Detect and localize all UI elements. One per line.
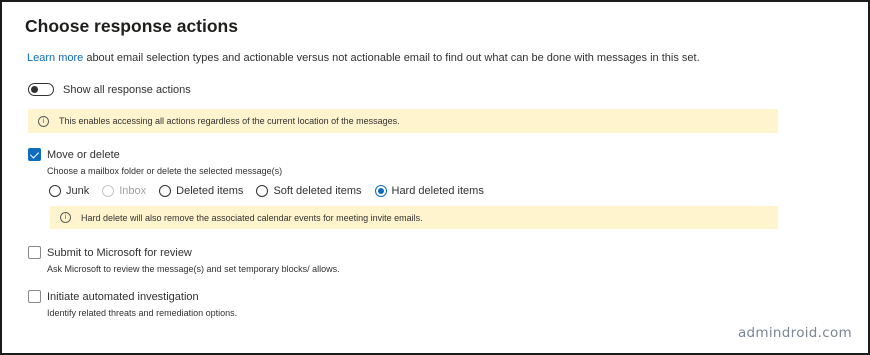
info-icon: i: [60, 212, 71, 223]
radio-circle[interactable]: [49, 185, 61, 197]
submit-review-row[interactable]: Submit to Microsoft for review: [28, 246, 192, 259]
investigation-row[interactable]: Initiate automated investigation: [28, 290, 199, 303]
hard-delete-warning-text: Hard delete will also remove the associa…: [81, 212, 423, 223]
radio-circle[interactable]: [374, 185, 387, 197]
response-actions-panel: Choose response actions Learn more about…: [0, 0, 870, 355]
radio-soft-deleted-items[interactable]: Soft deleted items: [256, 185, 362, 197]
panel-title: Choose response actions: [25, 16, 238, 36]
toggle-knob: [31, 86, 38, 93]
radio-circle[interactable]: [256, 185, 269, 197]
show-all-toggle[interactable]: [28, 83, 54, 96]
radio-hard-deleted-items[interactable]: Hard deleted items: [374, 185, 484, 197]
move-delete-row[interactable]: Move or delete: [28, 148, 120, 161]
submit-review-description: Ask Microsoft to review the message(s) a…: [47, 264, 340, 274]
submit-review-label: Submit to Microsoft for review: [47, 246, 192, 259]
move-delete-label: Move or delete: [47, 148, 120, 161]
show-all-label: Show all response actions: [63, 83, 191, 96]
hard-delete-warning-banner: i Hard delete will also remove the assoc…: [50, 206, 778, 229]
radio-label: Deleted items: [176, 185, 244, 197]
investigation-description: Identify related threats and remediation…: [47, 308, 238, 318]
radio-deleted-items[interactable]: Deleted items: [159, 185, 243, 197]
investigation-checkbox[interactable]: [28, 290, 41, 303]
move-delete-checkbox[interactable]: [28, 148, 41, 161]
radio-inbox: Inbox: [102, 185, 146, 197]
folder-radio-group: Junk Inbox Deleted items Soft deleted it…: [49, 185, 497, 197]
intro-text: Learn more about email selection types a…: [27, 52, 700, 64]
show-all-toggle-row[interactable]: Show all response actions: [28, 83, 191, 96]
investigation-label: Initiate automated investigation: [47, 290, 199, 303]
intro-description: about email selection types and actionab…: [83, 52, 700, 64]
radio-circle: [102, 185, 115, 197]
radio-circle[interactable]: [159, 185, 172, 197]
info-icon: i: [38, 115, 49, 127]
checkmark-icon: [29, 148, 40, 159]
move-delete-description: Choose a mailbox folder or delete the se…: [47, 166, 283, 176]
radio-label: Hard deleted items: [391, 185, 484, 197]
radio-label: Soft deleted items: [273, 185, 362, 197]
watermark: admindroid.com: [737, 325, 852, 341]
radio-label: Inbox: [119, 185, 147, 197]
radio-label: Junk: [66, 185, 90, 197]
info-banner-text: This enables accessing all actions regar…: [59, 116, 400, 126]
info-banner: i This enables accessing all actions reg…: [28, 109, 778, 133]
submit-review-checkbox[interactable]: [28, 246, 41, 259]
learn-more-link[interactable]: Learn more: [27, 52, 83, 64]
radio-junk[interactable]: Junk: [49, 185, 89, 197]
